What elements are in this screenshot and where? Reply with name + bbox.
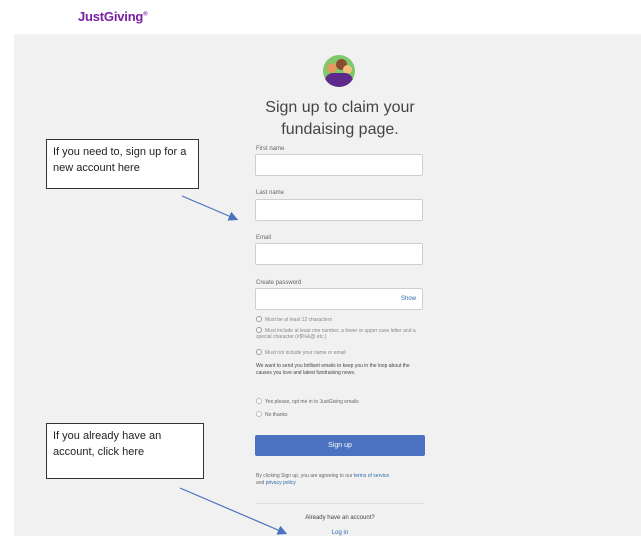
terms-link[interactable]: terms of service — [354, 473, 389, 479]
email-input[interactable] — [255, 243, 423, 265]
page-title: Sign up to claim your fundaising page. — [265, 99, 415, 138]
password-input[interactable]: Show — [255, 288, 423, 310]
log-in-link[interactable]: Log in — [256, 530, 424, 536]
rule-circle-icon — [256, 349, 262, 355]
last-name-label: Last name — [256, 190, 285, 196]
terms-text: By clicking Sign up, you are agreeing to… — [256, 473, 390, 486]
first-name-input[interactable] — [255, 154, 423, 176]
divider — [256, 503, 424, 504]
radio-icon[interactable] — [256, 411, 262, 417]
password-rule-name: Must not include your name or email — [256, 349, 422, 356]
first-name-label: First name — [256, 146, 285, 152]
email-label: Email — [256, 235, 272, 241]
people-avatar-icon — [323, 55, 355, 87]
rule-circle-icon — [256, 327, 262, 333]
password-rule-length: Must be at least 12 characters — [256, 316, 422, 323]
last-name-input[interactable] — [255, 199, 423, 221]
top-bar: JustGiving® — [0, 0, 641, 34]
option-yes[interactable]: Yes please, opt me in to JustGiving emai… — [256, 398, 359, 405]
password-label: Create password — [256, 280, 302, 286]
password-rule-characters: Must include at least one number, a lowe… — [256, 327, 416, 340]
sign-up-button[interactable]: Sign up — [255, 435, 425, 456]
option-no[interactable]: No thanks — [256, 411, 288, 418]
rule-circle-icon — [256, 316, 262, 322]
callout-login: If you already have an account, click he… — [46, 423, 204, 479]
callout-signup: If you need to, sign up for a new accoun… — [46, 139, 199, 189]
justgiving-logo[interactable]: JustGiving® — [78, 9, 148, 24]
radio-icon[interactable] — [256, 398, 262, 404]
privacy-link[interactable]: privacy policy — [266, 480, 296, 486]
email-consent-text: We want to send you brilliant emails to … — [256, 363, 410, 376]
show-password-button[interactable]: Show — [401, 296, 416, 302]
already-have-account-text: Already have an account? — [305, 515, 375, 521]
